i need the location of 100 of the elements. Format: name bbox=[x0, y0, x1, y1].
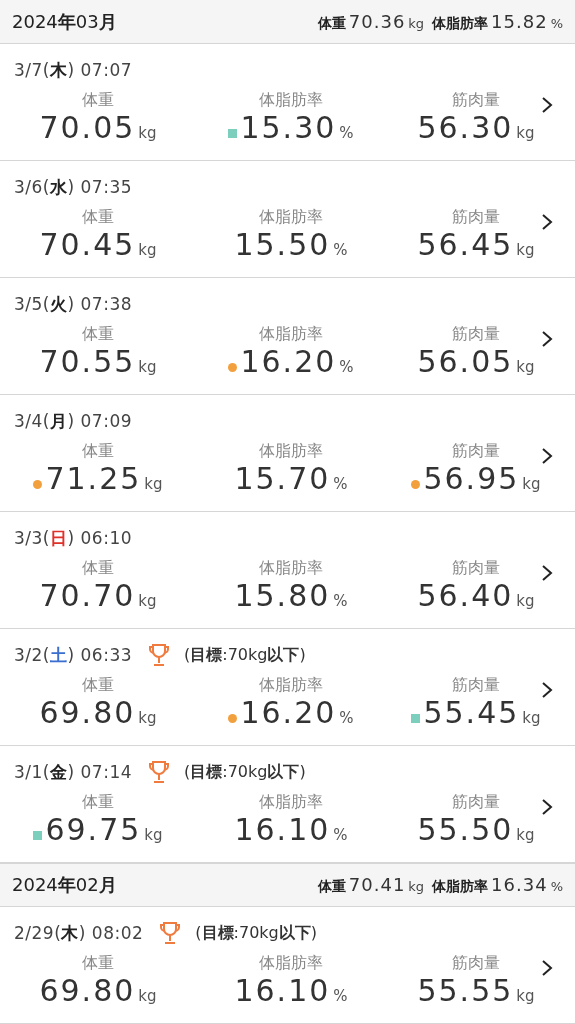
metric-label: 体重 bbox=[82, 675, 114, 695]
metric-value: 70.70 bbox=[39, 578, 136, 614]
metric-label: 体脂肪率 bbox=[259, 441, 323, 461]
unit-label: % bbox=[550, 879, 563, 894]
chevron-right-icon[interactable] bbox=[541, 798, 553, 816]
metric-label: 体重 bbox=[82, 558, 114, 578]
unit-label: kg bbox=[516, 826, 535, 844]
unit-label: kg bbox=[138, 241, 157, 259]
unit-label: % bbox=[339, 358, 354, 376]
unit-label: kg bbox=[516, 987, 535, 1005]
entry-datetime: 3/2(土) 06:33 bbox=[14, 643, 133, 667]
unit-label: kg bbox=[138, 358, 157, 376]
unit-label: kg bbox=[408, 879, 425, 894]
entry-datetime: 2/29(木) 08:02 bbox=[14, 921, 144, 945]
unit-label: kg bbox=[144, 826, 163, 844]
metric-label: 体脂肪率 bbox=[259, 675, 323, 695]
summary-label: 体脂肪率 bbox=[432, 14, 489, 33]
metric-value: 16.20 bbox=[240, 695, 337, 731]
metric-label: 筋肉量 bbox=[452, 441, 500, 461]
metric-label: 筋肉量 bbox=[452, 90, 500, 110]
metric-label: 体脂肪率 bbox=[259, 324, 323, 344]
unit-label: % bbox=[550, 15, 563, 31]
metric-value: 15.80 bbox=[234, 578, 331, 614]
chevron-right-icon[interactable] bbox=[541, 681, 553, 699]
metric-label: 体重 bbox=[82, 207, 114, 227]
unit-label: % bbox=[339, 124, 354, 142]
trophy-icon bbox=[148, 643, 171, 667]
unit-label: % bbox=[333, 592, 348, 610]
unit-label: kg bbox=[522, 709, 541, 727]
entry-datetime: 3/6(水) 07:35 bbox=[14, 175, 133, 199]
chevron-right-icon[interactable] bbox=[541, 213, 553, 231]
unit-label: % bbox=[333, 826, 348, 844]
unit-label: kg bbox=[408, 15, 425, 31]
unit-label: kg bbox=[516, 124, 535, 142]
metric-value: 69.80 bbox=[39, 695, 136, 731]
metric-value: 71.25 bbox=[45, 461, 142, 497]
metric-value: 69.80 bbox=[39, 973, 136, 1009]
summary-label: 体重 bbox=[317, 878, 346, 896]
chevron-right-icon[interactable] bbox=[541, 564, 553, 582]
month-title: 2024年02月 bbox=[12, 873, 118, 897]
unit-label: kg bbox=[516, 241, 535, 259]
metric-value: 15.70 bbox=[234, 461, 331, 497]
summary-value: 16.34 bbox=[491, 874, 548, 895]
metric-value: 15.30 bbox=[240, 110, 337, 146]
unit-label: % bbox=[333, 241, 348, 259]
metric-label: 体脂肪率 bbox=[259, 558, 323, 578]
unit-label: % bbox=[333, 987, 348, 1005]
metric-label: 体重 bbox=[82, 792, 114, 812]
metric-label: 筋肉量 bbox=[452, 324, 500, 344]
entry-datetime: 3/3(日) 06:10 bbox=[14, 526, 133, 550]
summary-value: 15.82 bbox=[491, 10, 548, 32]
metric-value: 55.55 bbox=[417, 973, 514, 1009]
trophy-icon bbox=[159, 921, 182, 945]
metric-value: 56.30 bbox=[417, 110, 514, 146]
metric-label: 筋肉量 bbox=[452, 953, 500, 973]
goal-text: (目標:70kg以下) bbox=[195, 922, 317, 944]
metric-label: 筋肉量 bbox=[452, 558, 500, 578]
goal-text: (目標:70kg以下) bbox=[184, 644, 306, 666]
metric-value: 56.05 bbox=[417, 344, 514, 380]
metric-value: 70.45 bbox=[39, 227, 136, 263]
metric-value: 56.45 bbox=[417, 227, 514, 263]
metric-label: 筋肉量 bbox=[452, 207, 500, 227]
metric-label: 体重 bbox=[82, 90, 114, 110]
unit-label: kg bbox=[138, 592, 157, 610]
summary-label: 体脂肪率 bbox=[432, 878, 489, 896]
metric-value: 16.10 bbox=[234, 973, 331, 1009]
unit-label: kg bbox=[522, 475, 541, 493]
metric-value: 15.50 bbox=[234, 227, 331, 263]
summary-value: 70.36 bbox=[348, 10, 406, 32]
unit-label: kg bbox=[516, 358, 535, 376]
unit-label: kg bbox=[144, 475, 163, 493]
trophy-icon bbox=[148, 760, 171, 784]
metric-value: 70.55 bbox=[39, 344, 136, 380]
metric-label: 体脂肪率 bbox=[259, 953, 323, 973]
chevron-right-icon[interactable] bbox=[541, 330, 553, 348]
metric-value: 70.05 bbox=[39, 110, 136, 146]
metric-label: 体重 bbox=[82, 324, 114, 344]
metric-value: 55.50 bbox=[417, 812, 514, 848]
entry-datetime: 3/1(金) 07:14 bbox=[14, 760, 133, 784]
metric-value: 16.10 bbox=[234, 812, 331, 848]
chevron-right-icon[interactable] bbox=[541, 96, 553, 114]
metric-value: 56.40 bbox=[417, 578, 514, 614]
metric-value: 55.45 bbox=[423, 695, 520, 731]
entry-datetime: 3/4(月) 07:09 bbox=[14, 409, 133, 433]
summary-value: 70.41 bbox=[348, 874, 406, 895]
goal-text: (目標:70kg以下) bbox=[184, 761, 306, 783]
unit-label: kg bbox=[138, 124, 157, 142]
metric-label: 体脂肪率 bbox=[259, 792, 323, 812]
metric-value: 69.75 bbox=[45, 812, 142, 848]
chevron-right-icon[interactable] bbox=[541, 447, 553, 465]
metric-value: 56.95 bbox=[423, 461, 520, 497]
metric-label: 体脂肪率 bbox=[259, 90, 323, 110]
metric-label: 筋肉量 bbox=[452, 675, 500, 695]
metric-label: 体重 bbox=[82, 953, 114, 973]
entry-datetime: 3/5(火) 07:38 bbox=[14, 292, 133, 316]
metric-label: 筋肉量 bbox=[452, 792, 500, 812]
metric-value: 16.20 bbox=[240, 344, 337, 380]
unit-label: kg bbox=[138, 987, 157, 1005]
metric-label: 体脂肪率 bbox=[259, 207, 323, 227]
chevron-right-icon[interactable] bbox=[541, 959, 553, 977]
